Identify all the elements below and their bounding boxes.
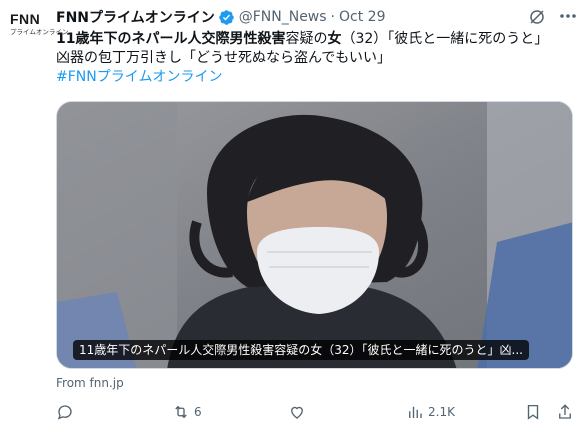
- views-count: 2.1K: [428, 405, 455, 419]
- tweet-text-line-2: 凶器の包丁万引きし「どうせ死ぬなら盗んでもいい」: [56, 50, 392, 66]
- hashtag-line: #FNNプライムオンライン: [56, 68, 578, 87]
- share-button[interactable]: [556, 403, 574, 421]
- tweet-text: 11歳年下のネパール人交際男性殺害容疑の女（32）「彼氏と一緒に死のうと」 凶器…: [56, 30, 578, 87]
- like-button[interactable]: [288, 403, 310, 421]
- tweet-header: FNNプライムオンライン @FNN_News · Oct 29: [56, 7, 385, 27]
- share-icon: [559, 404, 571, 419]
- repost-button[interactable]: 6: [172, 403, 202, 421]
- tweet-text-bold-2: 女: [327, 31, 342, 47]
- news-photo: [57, 102, 572, 368]
- media-caption: 11歳年下のネパール人交際男性殺害容疑の女（32）「彼氏と一緒に死のうと」凶..…: [73, 340, 529, 360]
- verified-badge-icon: [218, 9, 234, 25]
- hashtag-link[interactable]: #FNNプライムオンライン: [56, 69, 222, 85]
- link-source[interactable]: From fnn.jp: [56, 376, 124, 390]
- tweet[interactable]: FNN プライムオンライン FNNプライムオンライン @FNN_News · O…: [0, 0, 588, 423]
- bookmark-button[interactable]: [524, 403, 542, 421]
- views-icon: [409, 406, 422, 418]
- repost-icon: [175, 405, 187, 419]
- repost-count: 6: [194, 405, 202, 419]
- reply-icon: [57, 405, 72, 420]
- grok-icon[interactable]: [528, 8, 546, 26]
- bookmark-icon: [527, 404, 539, 420]
- handle[interactable]: @FNN_News: [239, 9, 327, 25]
- action-bar: 6 2.1K: [56, 403, 578, 423]
- tweet-text-rest: （32）「彼氏と一緒に死のうと」: [341, 31, 549, 47]
- reply-button[interactable]: [56, 403, 78, 421]
- tweet-text-mid: 容疑の: [285, 31, 328, 47]
- separator-dot: ·: [330, 9, 335, 25]
- post-date[interactable]: Oct 29: [339, 9, 385, 25]
- avatar-logo-text: FNN: [10, 11, 41, 27]
- tweet-text-bold: 11歳年下のネパール人交際男性殺害: [56, 31, 286, 47]
- more-icon[interactable]: [558, 13, 578, 19]
- media-card[interactable]: 11歳年下のネパール人交際男性殺害容疑の女（32）「彼氏と一緒に死のうと」凶..…: [56, 101, 573, 369]
- display-name[interactable]: FNNプライムオンライン: [56, 7, 215, 27]
- like-icon: [291, 406, 303, 419]
- tweet-text-line-1: 11歳年下のネパール人交際男性殺害容疑の女（32）「彼氏と一緒に死のうと」: [56, 30, 578, 49]
- avatar[interactable]: FNN プライムオンライン: [6, 8, 68, 48]
- views-button[interactable]: 2.1K: [406, 403, 455, 421]
